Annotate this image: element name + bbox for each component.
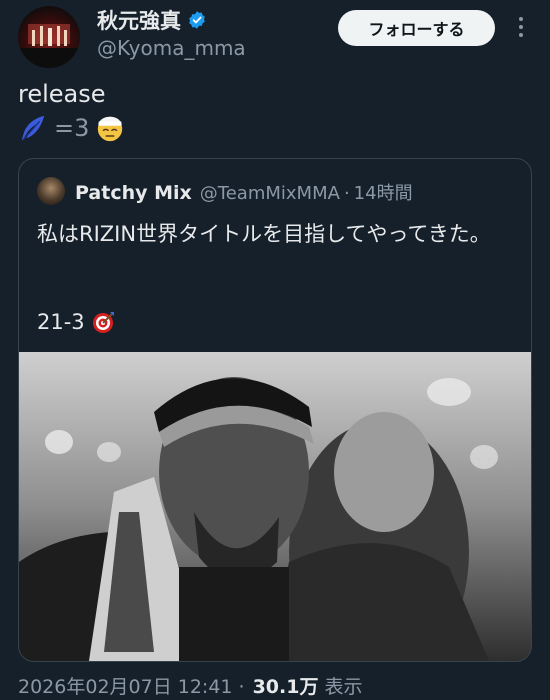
quoted-tweet-record: 21-3 [37, 309, 117, 335]
bandaged-face-icon [98, 116, 123, 142]
view-count-label: 表示 [324, 676, 363, 698]
quoted-author-handle[interactable]: @TeamMixMMA [200, 183, 340, 204]
follow-button[interactable]: フォローする [338, 10, 495, 46]
tweet-emoji-row: =3 [18, 113, 125, 143]
quoted-tweet-time[interactable]: 14時間 [354, 179, 413, 205]
tweet-timestamp[interactable]: 2026年02月07日 12:41 [18, 672, 233, 699]
author-avatar[interactable] [18, 6, 80, 68]
tweet-text: release [18, 80, 106, 108]
verified-badge-icon [189, 11, 205, 29]
author-name-row: 秋元強真 [97, 5, 207, 35]
quoted-author-avatar[interactable] [37, 177, 65, 205]
quoted-tweet-card[interactable]: Patchy Mix @TeamMixMMA · 14時間 私はRIZIN世界タ… [18, 158, 532, 662]
quoted-author-name[interactable]: Patchy Mix [75, 182, 192, 204]
quoted-tweet-header: Patchy Mix @TeamMixMMA · 14時間 [75, 179, 413, 205]
quoted-tweet-text: 私はRIZIN世界タイトルを目指してやってきた。 [37, 222, 491, 246]
record-text: 21-3 [37, 310, 85, 334]
view-count: 30.1万 [252, 676, 319, 698]
tweet-header: 秋元強真 @Kyoma_mma フォローする [0, 0, 550, 70]
meta-separator: · [238, 676, 245, 698]
author-display-name[interactable]: 秋元強真 [97, 5, 181, 35]
target-icon [92, 312, 114, 333]
quoted-tweet-photo[interactable] [19, 352, 531, 661]
tweet-meta: 2026年02月07日 12:41 · 30.1万 表示 [18, 672, 362, 699]
more-dots-icon[interactable] [510, 12, 532, 42]
emoji-equals-three: =3 [54, 114, 90, 142]
feather-icon [21, 115, 45, 141]
quoted-header-separator: · [343, 183, 350, 204]
author-handle[interactable]: @Kyoma_mma [97, 36, 246, 60]
